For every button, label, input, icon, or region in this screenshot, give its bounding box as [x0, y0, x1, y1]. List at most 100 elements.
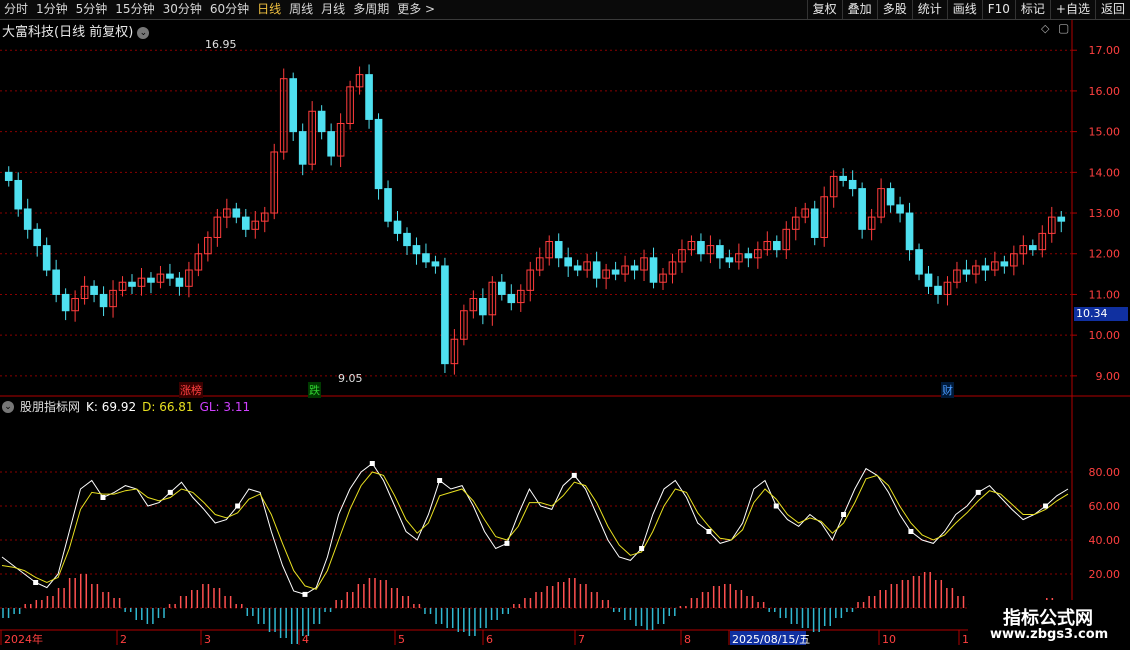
x-axis-label: 6 — [486, 633, 493, 646]
period-tab[interactable]: 日线 — [253, 0, 285, 19]
tool-button[interactable]: 画线 — [946, 0, 982, 19]
candle-body — [810, 208, 819, 238]
period-tab[interactable]: 60分钟 — [206, 0, 253, 19]
candle-body — [858, 188, 866, 230]
chart-canvas: 17.00 16.00 15.00 14.00 13.00 12.00 11.00 10.00… — [0, 20, 1130, 650]
candle-body — [905, 212, 914, 251]
k-line — [1, 462, 1069, 595]
indicator-header: ⌄ 股朋指标网 K: 69.92 D: 66.81 GL: 3.11 — [2, 398, 250, 415]
period-tab[interactable]: 更多 > — [393, 0, 439, 19]
gl-value: GL: 3.11 — [199, 399, 251, 414]
event-tag-down[interactable]: 跌 — [308, 382, 321, 398]
candle-body — [289, 78, 298, 133]
toolbar: 分时 1分钟 5分钟 15分钟 30分钟 60分钟 日线 周线 月线 多周期 更多 > 复权 叠加 多股… — [0, 0, 1130, 20]
candle-body — [611, 269, 620, 275]
k-marker — [167, 489, 173, 495]
k-marker — [841, 512, 847, 517]
candle-body — [772, 241, 781, 251]
candle-body — [1000, 261, 1009, 267]
k-value: K: 69.92 — [86, 399, 137, 414]
x-axis-label: 3 — [204, 633, 211, 646]
candle-body — [232, 208, 241, 218]
tool-button[interactable]: 叠加 — [841, 0, 877, 19]
event-tag-finance[interactable]: 财 — [941, 382, 954, 398]
k-marker — [235, 503, 241, 509]
k-marker — [504, 540, 510, 546]
price-tick-label: 13.00 — [1089, 207, 1121, 220]
candle-body — [573, 265, 582, 271]
x-axis-label: 10 — [882, 633, 896, 646]
diamond-icon[interactable]: ◇ — [1041, 22, 1049, 35]
price-tick-label: 17.00 — [1089, 44, 1121, 57]
chevron-down-icon[interactable]: ⌄ — [137, 26, 150, 39]
candle-body — [886, 188, 895, 206]
candle-body — [554, 241, 563, 259]
tool-button[interactable]: +自选 — [1049, 0, 1095, 19]
period-tabs: 分时 1分钟 5分钟 15分钟 30分钟 60分钟 日线 周线 月线 多周期 更多 > — [0, 0, 439, 19]
candle-body — [99, 293, 108, 308]
candle-body — [23, 208, 32, 230]
candle-body — [374, 118, 383, 190]
tool-button[interactable]: 多股 — [876, 0, 912, 19]
candle-body — [962, 269, 971, 275]
period-tab[interactable]: 多周期 — [349, 0, 393, 19]
candle-body — [298, 131, 307, 165]
tool-button[interactable]: 返回 — [1094, 0, 1130, 19]
k-marker — [33, 580, 39, 585]
candle-body — [592, 261, 601, 279]
low-price-label: 9.05 — [338, 372, 363, 385]
indicator-tick-label: 20.00 — [1089, 568, 1121, 581]
period-tab[interactable]: 15分钟 — [111, 0, 158, 19]
candle-body — [649, 257, 658, 283]
candle-body — [393, 220, 402, 234]
current-price-badge: 10.34 — [1074, 307, 1128, 321]
k-marker — [706, 529, 712, 534]
d-value: D: 66.81 — [142, 399, 194, 414]
candle-body — [1057, 216, 1066, 222]
candle-body — [403, 232, 411, 247]
indicator-tick-label: 80.00 — [1089, 466, 1121, 479]
k-marker — [773, 503, 779, 509]
candle-body — [896, 204, 904, 214]
chart-title[interactable]: 大富科技(日线 前复权) ⌄ — [2, 21, 150, 40]
event-tag-up[interactable]: 涨榜 — [179, 382, 203, 398]
candle-body — [630, 265, 639, 271]
period-tab[interactable]: 5分钟 — [72, 0, 112, 19]
k-marker — [975, 489, 981, 495]
period-tab[interactable]: 月线 — [317, 0, 349, 19]
price-tick-label: 16.00 — [1089, 85, 1121, 98]
candle-body — [327, 131, 335, 157]
price-tick-label: 10.00 — [1089, 329, 1121, 342]
chevron-down-icon[interactable]: ⌄ — [2, 400, 14, 413]
candle-body — [90, 285, 98, 295]
d-line — [1, 471, 1069, 590]
tool-button[interactable]: F10 — [981, 0, 1015, 19]
tool-button[interactable]: 标记 — [1014, 0, 1050, 19]
price-tick-label: 12.00 — [1089, 248, 1121, 261]
candle-body — [716, 245, 724, 259]
period-tab[interactable]: 周线 — [285, 0, 317, 19]
price-tick-label: 14.00 — [1089, 166, 1121, 179]
candle-body — [725, 257, 734, 263]
candle-body — [61, 293, 70, 312]
tool-button[interactable]: 复权 — [806, 0, 842, 19]
k-marker — [369, 461, 375, 466]
candle-body — [507, 293, 516, 304]
candle-body — [384, 188, 392, 222]
candle-body — [924, 273, 933, 287]
indicator-name[interactable]: 股朋指标网 — [20, 398, 80, 415]
period-tab[interactable]: 分时 — [0, 0, 32, 19]
k-marker — [908, 529, 914, 534]
candle-body — [147, 277, 155, 283]
candle-body — [52, 269, 60, 295]
period-tab[interactable]: 30分钟 — [159, 0, 206, 19]
candle-body — [166, 273, 174, 279]
candle-body — [241, 216, 250, 230]
tool-button[interactable]: 统计 — [911, 0, 947, 19]
indicator-tick-label: 40.00 — [1089, 534, 1121, 547]
period-tab[interactable]: 1分钟 — [32, 0, 72, 19]
candle-body — [412, 245, 421, 255]
settings-icon[interactable]: ▢ — [1058, 21, 1069, 35]
x-axis-label: 8 — [684, 633, 691, 646]
candle-body — [744, 253, 753, 259]
